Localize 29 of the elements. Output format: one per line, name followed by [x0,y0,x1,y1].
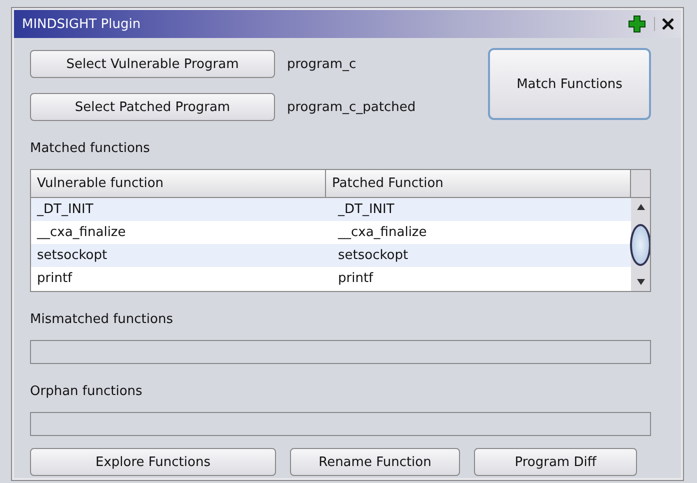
table-row[interactable]: _DT_INIT _DT_INIT [31,198,631,221]
program-name: program_c_patched [287,100,416,114]
scrollbar[interactable] [631,198,650,291]
table-cell-text: _DT_INIT [36,201,94,219]
table-cell-text: _DT_INIT [336,201,394,219]
scroll-thumb[interactable] [630,224,650,266]
table-cell-text: printf [36,270,74,288]
table-cell-text: printf [337,270,374,288]
table-row[interactable]: printf printf [31,267,631,290]
column-header[interactable]: Vulnerable function [31,170,326,197]
action-button[interactable]: Explore Functions [30,448,276,476]
table-row[interactable]: setsockopt setsockopt [31,244,631,267]
match-functions-button[interactable]: Match Functions [488,48,651,120]
section-label: Matched functions [30,140,151,158]
section-label: Orphan functions [30,383,144,401]
plus-icon[interactable] [628,15,646,33]
table-cell-text: setsockopt [337,247,408,265]
section-label: Mismatched functions [30,311,174,329]
select-program-button[interactable]: Select Patched Program [30,93,275,121]
close-icon[interactable] [654,17,675,31]
table-cell-text: __cxa_finalize [36,224,127,242]
table-row[interactable]: __cxa_finalize __cxa_finalize [31,221,631,244]
select-program-button[interactable]: Select Vulnerable Program [30,50,275,78]
program-name: program_c [287,56,356,72]
action-button[interactable]: Rename Function [290,448,460,476]
table-cell-text: __cxa_finalize [336,224,427,242]
table-cell-text: setsockopt [36,247,108,265]
action-button[interactable]: Program Diff [474,448,637,476]
window-title: MINDSIGHT Plugin [22,16,141,32]
